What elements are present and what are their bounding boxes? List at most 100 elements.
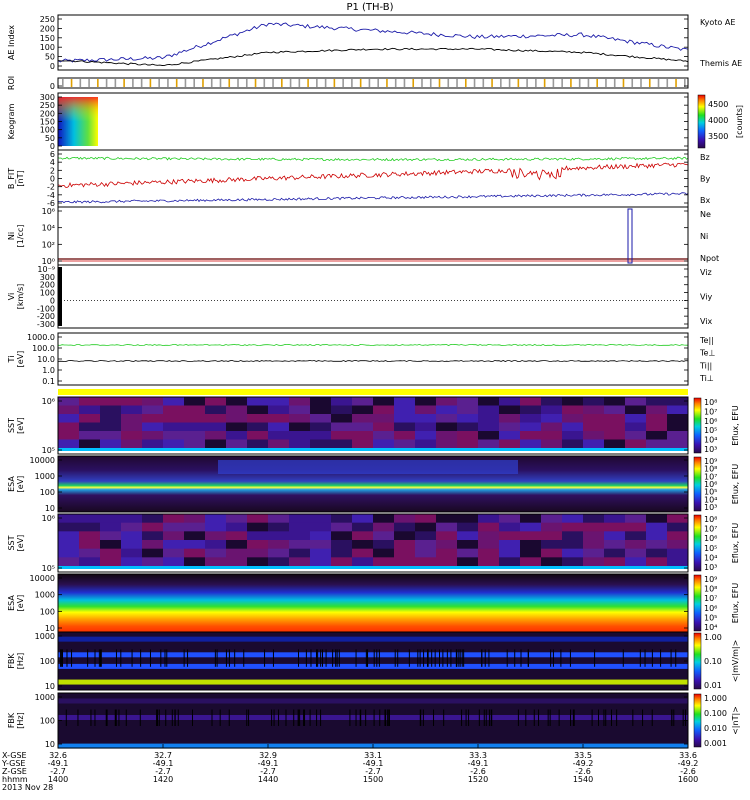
roi-tick [535, 79, 537, 87]
spectrogram-bin [121, 514, 143, 524]
panel-esa_e: 10000100010010ESA [eV]10⁹10⁸10⁷10⁶10⁵10⁴1… [7, 455, 740, 513]
colorbar-tick-label: 10⁴ [704, 436, 717, 445]
y-axis-label: [eV] [16, 417, 25, 434]
spectrogram-gap [228, 709, 230, 726]
spectrogram-bin [499, 439, 521, 449]
colorbar [693, 456, 702, 512]
spectrogram-gap [360, 709, 362, 726]
spectrogram-gap [483, 709, 485, 726]
colorbar-tick-label: 10³ [704, 503, 717, 512]
roi-tick [316, 79, 318, 87]
spectrogram-bin [604, 514, 626, 524]
spectrogram-bin [205, 557, 227, 567]
roi-tick [333, 79, 336, 87]
spectrogram-gap [468, 709, 470, 726]
spectrogram-bin [310, 405, 332, 415]
plot-title: P1 (TH-B) [346, 2, 393, 13]
spectrogram-bin [667, 431, 689, 440]
spectrogram-bin [478, 531, 500, 541]
spectrogram-bin [205, 405, 227, 415]
spectrogram-bin [583, 548, 605, 558]
colorbar-label: [counts] [735, 105, 744, 138]
y-axis-label: [eV] [16, 476, 25, 493]
spectrogram-gap [419, 649, 421, 667]
colorbar-tick-label: 10⁷ [704, 594, 717, 603]
spectrogram-bin [436, 531, 458, 541]
spectrogram-bin [373, 522, 395, 532]
y-tick-label: 0.1 [42, 377, 55, 386]
spectrogram-bin [478, 522, 500, 532]
spectrogram-bin [79, 540, 101, 550]
spectrogram-bin [394, 422, 416, 432]
x-axis-annotation: 32.6-49.1-2.7140032.7-49.1-2.7142032.9-4… [1, 744, 698, 792]
spectrogram-bin [163, 422, 185, 432]
spectrogram-bin [142, 414, 164, 423]
roi-tick [123, 79, 125, 87]
spectrogram-bin [100, 414, 122, 423]
spectrogram-bin [184, 405, 206, 415]
spectrogram-bin [604, 548, 626, 558]
spectrogram-bin [562, 514, 584, 524]
spectrogram-bin [184, 431, 206, 440]
spectrogram-gap [322, 649, 324, 667]
spectrogram-bin [520, 540, 542, 550]
spectrogram-bin [58, 405, 80, 415]
roi-tick [438, 79, 441, 87]
spectrogram-bin [121, 557, 143, 567]
spectrogram-gap [94, 649, 96, 667]
spectrogram-gap [355, 709, 357, 726]
spectrogram-bin [604, 414, 626, 423]
spectrogram-bin [268, 431, 290, 440]
colorbar-label: Eflux, EFU [731, 464, 740, 505]
colorbar-tick-label: 10⁴ [704, 623, 717, 632]
spectrogram-gap [246, 709, 248, 726]
colorbar-label: Eflux, EFU [731, 405, 740, 446]
spectrogram-gap [450, 649, 452, 667]
spectrogram-bin [268, 514, 290, 524]
spectrogram-bin [436, 540, 458, 550]
spectrogram-bin [478, 514, 500, 524]
colorbar-tick-label: 10⁵ [704, 544, 717, 553]
spectrogram-gap [317, 649, 319, 667]
roi-tick [429, 79, 432, 87]
spectrogram-bin [415, 439, 437, 449]
y-axis-label: Ti [7, 356, 16, 364]
x-tick-label: 1600 [678, 775, 698, 784]
spectrogram-bin [394, 439, 416, 449]
spectrogram-bin [247, 514, 269, 524]
spectrogram-bin [436, 557, 458, 567]
spectrogram-gap [228, 649, 230, 667]
colorbar [693, 693, 702, 748]
spectrogram-bin [100, 540, 122, 550]
spectrogram-bin [667, 514, 689, 524]
spectrogram-gap [408, 649, 410, 667]
spectrogram-bin [478, 540, 500, 550]
colorbar [693, 397, 702, 454]
spectrogram-bin [331, 414, 353, 423]
roi-tick [88, 79, 90, 87]
spectrogram-bin [289, 514, 311, 524]
spectrogram-gap [455, 649, 457, 667]
spectrogram-bin [121, 414, 143, 423]
y-axis-label: Ni [7, 232, 16, 240]
spectrogram-bin [142, 431, 164, 440]
spectrogram-bin [646, 531, 668, 541]
spectrogram-bin [100, 514, 122, 524]
spectrogram-bin [520, 557, 542, 567]
spectrogram-bin [289, 422, 311, 432]
spectrogram-bin [499, 414, 521, 423]
spectrogram-bin [541, 540, 563, 550]
y-axis-label: [Hz] [16, 712, 25, 728]
spectrogram-gap [387, 709, 389, 726]
y-tick-label: 10.0 [37, 355, 55, 364]
spectrogram-bin [289, 540, 311, 550]
spectrogram-bin [457, 548, 479, 558]
spectrogram-bin [646, 422, 668, 432]
spectrogram-gap [527, 649, 529, 667]
legend-entry: Ne [700, 210, 711, 219]
spectrogram-bin [226, 548, 248, 558]
spectrogram-bin [205, 514, 227, 524]
spectrogram-bin [667, 405, 689, 415]
colorbar [693, 632, 702, 690]
spectrogram-bin [646, 439, 668, 449]
